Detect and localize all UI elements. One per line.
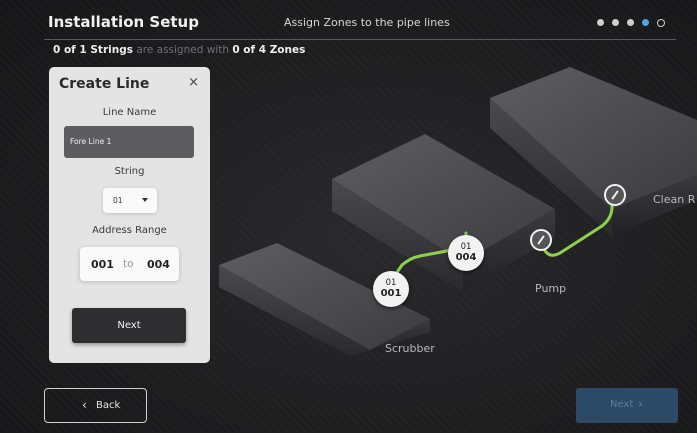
address-range-label: Address Range bbox=[92, 225, 167, 236]
zones-count: 0 of 4 Zones bbox=[232, 44, 306, 56]
pump-block bbox=[332, 134, 555, 292]
address-from[interactable]: 001 bbox=[91, 258, 114, 271]
clean-room-label: Clean R bbox=[653, 193, 696, 206]
line-name-label: Line Name bbox=[102, 107, 157, 118]
strings-count: 0 of 1 Strings bbox=[53, 44, 133, 56]
assignment-status: 0 of 1 Strings are assigned with 0 of 4 … bbox=[53, 44, 305, 56]
chevron-right-icon: › bbox=[638, 397, 643, 411]
step-dot bbox=[657, 19, 665, 27]
connector-tick-icon bbox=[611, 190, 619, 200]
string-select[interactable]: 01 bbox=[103, 188, 157, 213]
header-divider bbox=[44, 39, 676, 40]
close-icon[interactable]: × bbox=[188, 75, 199, 90]
string-select-value: 01 bbox=[113, 196, 123, 205]
scrubber-label: Scrubber bbox=[385, 342, 435, 355]
status-connector-text: are assigned with bbox=[136, 44, 229, 56]
zone-node-start[interactable]: 01 001 bbox=[373, 271, 409, 307]
next-button[interactable]: Next › bbox=[576, 388, 678, 423]
step-dot bbox=[612, 19, 619, 26]
step-dot bbox=[597, 19, 604, 26]
zone-node-end[interactable]: 01 004 bbox=[448, 235, 484, 271]
clean-room-connector-pin[interactable] bbox=[604, 184, 626, 206]
zone-node-start-string: 01 bbox=[385, 278, 397, 288]
zone-node-start-address: 001 bbox=[380, 288, 402, 299]
step-dot-active bbox=[642, 19, 649, 26]
address-range-separator: to bbox=[123, 258, 134, 270]
create-line-panel: Create Line × Line Name Fore Line 1 Stri… bbox=[49, 67, 210, 363]
page-title: Installation Setup bbox=[48, 13, 199, 31]
chevron-left-icon: ‹ bbox=[82, 398, 87, 412]
pump-label: Pump bbox=[535, 282, 567, 295]
address-to[interactable]: 004 bbox=[147, 258, 170, 271]
zone-node-end-address: 004 bbox=[455, 252, 477, 263]
page-subtitle: Assign Zones to the pipe lines bbox=[284, 16, 450, 29]
next-button-label: Next bbox=[610, 399, 634, 410]
panel-title: Create Line bbox=[59, 76, 150, 92]
back-button-label: Back bbox=[96, 400, 121, 411]
string-label: String bbox=[114, 166, 145, 177]
zone-node-end-string: 01 bbox=[460, 242, 472, 252]
pump-connector-pin[interactable] bbox=[530, 229, 552, 251]
connector-tick-icon bbox=[537, 235, 545, 245]
address-range-field[interactable]: 001 to 004 bbox=[80, 247, 179, 281]
back-button[interactable]: ‹ Back bbox=[44, 388, 147, 423]
panel-next-button[interactable]: Next bbox=[72, 308, 186, 343]
line-name-field[interactable]: Fore Line 1 bbox=[64, 126, 194, 158]
step-dot bbox=[627, 19, 634, 26]
step-indicator bbox=[597, 19, 665, 27]
caret-down-icon bbox=[142, 198, 148, 202]
